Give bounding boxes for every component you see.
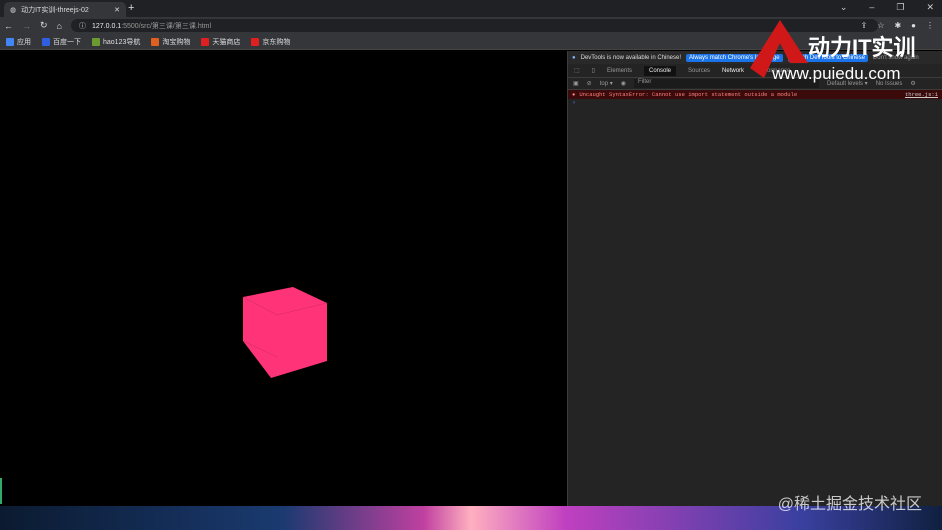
browser-tab[interactable]: ◍ 动力IT实训-threejs-02 ✕: [4, 2, 126, 17]
console-error: ● Uncaught SyntaxError: Cannot use import…: [568, 90, 942, 99]
infobar-text: DevTools is now available in Chinese!: [580, 54, 682, 61]
globe-icon: ◍: [10, 6, 17, 14]
devtools-tabs: ⬚ ▯ Elements Console Sources Network Performan…: [568, 64, 942, 78]
devtools-tab-elements[interactable]: Elements: [607, 68, 632, 74]
tab-bar: ◍ 动力IT实训-threejs-02 ✕ + ⌄ – ❐ ✕: [0, 0, 942, 17]
threejs-canvas[interactable]: [0, 51, 567, 506]
bookmark-label: 天猫商店: [212, 38, 241, 46]
error-source-link[interactable]: three.js:1: [905, 91, 938, 98]
bookmark-icon: [42, 37, 50, 46]
bookmark-label: 京东购物: [262, 38, 291, 46]
bookmark-item[interactable]: 应用: [6, 37, 31, 47]
bookmark-label: 百度一下: [53, 38, 81, 46]
star-icon[interactable]: ☆: [877, 21, 884, 30]
new-tab-button[interactable]: +: [128, 2, 134, 14]
address-bar[interactable]: ⓘ 127.0.0.1:5500/src/第三课/第三课.html: [70, 19, 878, 32]
error-icon: ●: [572, 91, 576, 98]
share-icon[interactable]: ⇪: [861, 21, 868, 30]
dont-show-button[interactable]: Don't show again: [873, 55, 919, 61]
switch-chinese-button[interactable]: Switch DevTools to Chinese: [787, 53, 868, 62]
bookmarks-bar: 应用 百度一下 hao123导航 淘宝购物 天猫商店 京东购物: [0, 34, 942, 50]
extensions-icon[interactable]: ✱: [894, 21, 901, 30]
issues-button[interactable]: No Issues: [876, 81, 903, 87]
cube: [243, 287, 327, 378]
tab-title: 动力IT实训-threejs-02: [21, 6, 89, 14]
bookmark-icon: [251, 37, 260, 46]
match-language-button[interactable]: Always match Chrome's language: [686, 53, 783, 62]
devtools-tab-network[interactable]: Network: [722, 68, 744, 74]
toolbar: ← → ↻ ⌂ ⓘ 127.0.0.1:5500/src/第三课/第三课.html ⇪ ☆…: [0, 17, 942, 34]
profile-icon[interactable]: ●: [911, 21, 916, 30]
minimize-button[interactable]: –: [869, 2, 874, 13]
close-tab-icon[interactable]: ✕: [114, 6, 120, 14]
close-window-button[interactable]: ✕: [926, 2, 934, 13]
bookmark-label: 应用: [17, 38, 31, 46]
sidebar-icon[interactable]: ▣: [573, 80, 579, 87]
bookmark-icon: [151, 37, 160, 46]
eye-icon[interactable]: ◉: [621, 80, 626, 87]
restore-button[interactable]: ❐: [896, 2, 904, 13]
reload-icon[interactable]: ↻: [40, 20, 48, 31]
language-infobar: ● DevTools is now available in Chinese! Al…: [568, 51, 942, 64]
menu-icon[interactable]: ⋮: [926, 21, 934, 30]
home-icon[interactable]: ⌂: [57, 21, 62, 31]
tab-search-icon[interactable]: ⌄: [840, 2, 848, 13]
device-icon[interactable]: ▯: [592, 67, 595, 74]
bookmark-label: 淘宝购物: [162, 38, 191, 46]
bookmark-icon: [6, 37, 14, 46]
devtools-tab-sources[interactable]: Sources: [688, 68, 710, 74]
info-icon: ⓘ: [78, 22, 86, 30]
bookmark-icon: [201, 37, 210, 46]
console-toolbar: ▣ ⊘ top ▾ ◉ Filter Default levels ▾ No Issues ⚙: [568, 78, 942, 90]
taskbar-indicator: [0, 478, 4, 504]
devtools-tab-console[interactable]: Console: [644, 65, 677, 76]
forward-icon[interactable]: →: [22, 21, 31, 31]
console-prompt[interactable]: ›: [568, 99, 942, 107]
bookmark-item[interactable]: 京东购物: [251, 37, 290, 47]
url-host: 127.0.0.1: [91, 22, 122, 30]
bookmark-item[interactable]: 天猫商店: [201, 37, 240, 47]
inspect-icon[interactable]: ⬚: [574, 67, 580, 74]
watermark: @稀土掘金技术社区: [777, 496, 922, 513]
bookmark-label: hao123导航: [103, 38, 141, 46]
url-path: :5500/src/第三课/第三课.html: [121, 22, 212, 30]
devtools-panel: ● DevTools is now available in Chinese! Al…: [567, 51, 942, 506]
filter-input[interactable]: Filter: [633, 79, 819, 88]
error-message: Uncaught SyntaxError: Cannot use import …: [579, 91, 798, 98]
bookmark-icon: [92, 37, 100, 46]
levels-select[interactable]: Default levels ▾: [827, 80, 868, 87]
bookmark-item[interactable]: 百度一下: [42, 37, 81, 47]
context-select[interactable]: top ▾: [600, 80, 613, 87]
bookmark-item[interactable]: 淘宝购物: [151, 37, 190, 47]
bookmark-item[interactable]: hao123导航: [92, 37, 140, 47]
info-icon: ●: [572, 54, 576, 61]
settings-icon[interactable]: ⚙: [910, 80, 915, 87]
clear-icon[interactable]: ⊘: [587, 80, 592, 87]
devtools-tab-performance[interactable]: Performance: [756, 68, 790, 74]
back-icon[interactable]: ←: [4, 21, 13, 31]
